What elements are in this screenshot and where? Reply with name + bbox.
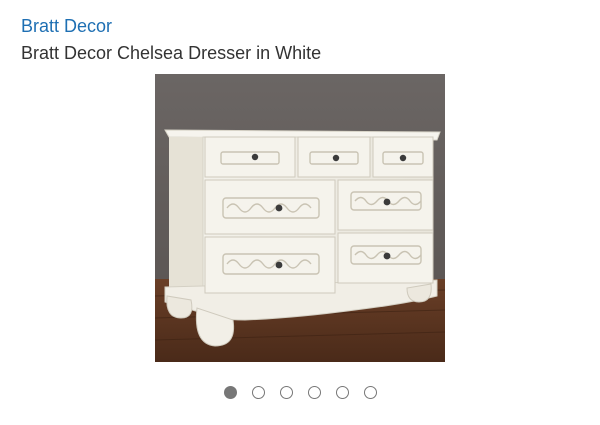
brand-link[interactable]: Bratt Decor [21,16,112,37]
carousel-dot-5[interactable] [336,386,349,399]
product-image[interactable] [155,74,445,362]
carousel-dot-2[interactable] [252,386,265,399]
carousel-dot-3[interactable] [280,386,293,399]
carousel-dot-4[interactable] [308,386,321,399]
carousel-dot-6[interactable] [364,386,377,399]
carousel-dot-1[interactable] [224,386,237,399]
product-title: Bratt Decor Chelsea Dresser in White [21,43,322,63]
image-carousel-dots [224,386,377,400]
